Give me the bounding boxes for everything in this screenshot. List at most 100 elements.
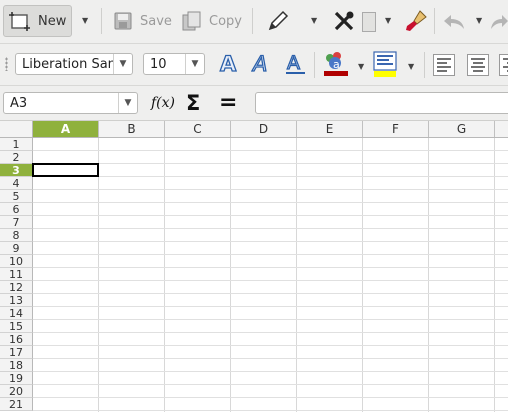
- svg-text:A: A: [220, 52, 237, 76]
- svg-text:A: A: [251, 52, 267, 76]
- sum-icon: Σ: [186, 91, 201, 115]
- row-header-10[interactable]: 10: [0, 255, 33, 268]
- row-gridline: [33, 202, 508, 203]
- copy-button[interactable]: Copy: [181, 5, 242, 37]
- row-header-8[interactable]: 8: [0, 229, 33, 242]
- row-header-21[interactable]: 21: [0, 398, 33, 411]
- row-header-17[interactable]: 17: [0, 346, 33, 359]
- row-gridline: [33, 241, 508, 242]
- highlight-color-button[interactable]: [372, 51, 398, 79]
- row-gridline: [33, 293, 508, 294]
- separator: [252, 8, 253, 34]
- clone-formatting-button[interactable]: [404, 5, 430, 37]
- new-button-label: New: [38, 13, 67, 29]
- row-header-9[interactable]: 9: [0, 242, 33, 255]
- row-gridline: [33, 228, 508, 229]
- font-color-button[interactable]: a: [322, 50, 350, 78]
- row-header-15[interactable]: 15: [0, 320, 33, 333]
- row-gridline: [33, 280, 508, 281]
- chevron-down-icon[interactable]: ▼: [118, 93, 137, 113]
- formula-input[interactable]: [255, 92, 508, 114]
- formatting-toolbar: Liberation San ▼ 10 ▼ A A A a ▼ ▼: [0, 44, 508, 86]
- undo-button[interactable]: [441, 5, 467, 37]
- name-box-value: A3: [10, 95, 28, 111]
- row-header-13[interactable]: 13: [0, 294, 33, 307]
- separator: [424, 52, 425, 78]
- row-gridline: [33, 332, 508, 333]
- row-gridline: [33, 176, 508, 177]
- row-header-12[interactable]: 12: [0, 281, 33, 294]
- new-dropdown-arrow[interactable]: ▼: [82, 16, 88, 25]
- italic-a-icon: A: [250, 51, 268, 76]
- row-header-6[interactable]: 6: [0, 203, 33, 216]
- undo-dropdown-arrow[interactable]: ▼: [476, 16, 482, 25]
- tools-dropdown-arrow[interactable]: ▼: [385, 16, 391, 25]
- align-right-button[interactable]: [498, 53, 508, 77]
- column-header-g[interactable]: G: [429, 121, 495, 137]
- row-gridline: [33, 189, 508, 190]
- italic-button[interactable]: A: [250, 51, 275, 77]
- standard-toolbar: New ▼ Save Copy ▼ ▼ ▼: [0, 0, 508, 44]
- column-header-b[interactable]: B: [99, 121, 165, 137]
- row-header-2[interactable]: 2: [0, 151, 33, 164]
- select-all-corner[interactable]: [0, 121, 33, 137]
- row-header-14[interactable]: 14: [0, 307, 33, 320]
- font-color-dropdown-arrow[interactable]: ▼: [358, 62, 364, 71]
- separator: [314, 52, 315, 78]
- column-header-c[interactable]: C: [165, 121, 231, 137]
- row-header-7[interactable]: 7: [0, 216, 33, 229]
- column-header-a[interactable]: A: [33, 121, 99, 137]
- row-header-5[interactable]: 5: [0, 190, 33, 203]
- chevron-down-icon[interactable]: ▼: [185, 54, 204, 74]
- name-box[interactable]: A3 ▼: [3, 92, 138, 114]
- underline-button[interactable]: A: [284, 51, 308, 77]
- document-icon: [362, 12, 376, 32]
- undo-icon: [444, 15, 464, 29]
- row-gridline: [33, 397, 508, 398]
- equals-icon: =: [219, 90, 238, 115]
- copy-button-label: Copy: [209, 13, 242, 29]
- chevron-down-icon[interactable]: ▼: [113, 54, 132, 74]
- row-header-4[interactable]: 4: [0, 177, 33, 190]
- row-header-19[interactable]: 19: [0, 372, 33, 385]
- highlight-icon: [373, 51, 397, 77]
- row-header-20[interactable]: 20: [0, 385, 33, 398]
- align-right-icon: [499, 54, 508, 76]
- save-button[interactable]: Save: [112, 5, 172, 37]
- sum-button[interactable]: Σ: [186, 91, 200, 115]
- column-header-f[interactable]: F: [363, 121, 429, 137]
- formula-button[interactable]: =: [219, 90, 237, 115]
- row-gridline: [33, 215, 508, 216]
- new-button[interactable]: New: [3, 5, 72, 37]
- row-header-11[interactable]: 11: [0, 268, 33, 281]
- tools-button[interactable]: [332, 5, 356, 37]
- svg-text:A: A: [287, 52, 300, 74]
- copy-icon: [182, 11, 201, 31]
- separator: [101, 8, 102, 34]
- paintbrush-icon: [406, 10, 427, 31]
- function-wizard-button[interactable]: f(x): [151, 95, 175, 111]
- align-left-button[interactable]: [432, 53, 456, 77]
- font-size-combo[interactable]: 10 ▼: [143, 53, 205, 75]
- bold-a-icon: A: [219, 51, 237, 76]
- row-gridline: [33, 306, 508, 307]
- align-left-icon: [433, 54, 455, 76]
- bold-button[interactable]: A: [218, 51, 242, 77]
- column-header-e[interactable]: E: [297, 121, 363, 137]
- redo-icon: [491, 15, 508, 29]
- font-name-combo[interactable]: Liberation San ▼: [15, 53, 133, 75]
- function-wizard-label: f(x): [151, 95, 176, 111]
- row-header-3[interactable]: 3: [0, 164, 33, 177]
- row-header-18[interactable]: 18: [0, 359, 33, 372]
- edit-dropdown-arrow[interactable]: ▼: [311, 16, 317, 25]
- redo-button[interactable]: [490, 5, 508, 37]
- row-gridline: [33, 345, 508, 346]
- spreadsheet-grid[interactable]: ABCDEFG 1 2 3 4 5 6 7 8 9 10 11 12 13 14 15 16 17 18 19 20 2…: [0, 121, 508, 412]
- align-center-button[interactable]: [466, 53, 490, 77]
- row-header-1[interactable]: 1: [0, 138, 33, 151]
- row-gridline: [33, 319, 508, 320]
- column-header-d[interactable]: D: [231, 121, 297, 137]
- row-header-16[interactable]: 16: [0, 333, 33, 346]
- edit-mode-button[interactable]: [266, 5, 290, 37]
- highlight-dropdown-arrow[interactable]: ▼: [408, 62, 414, 71]
